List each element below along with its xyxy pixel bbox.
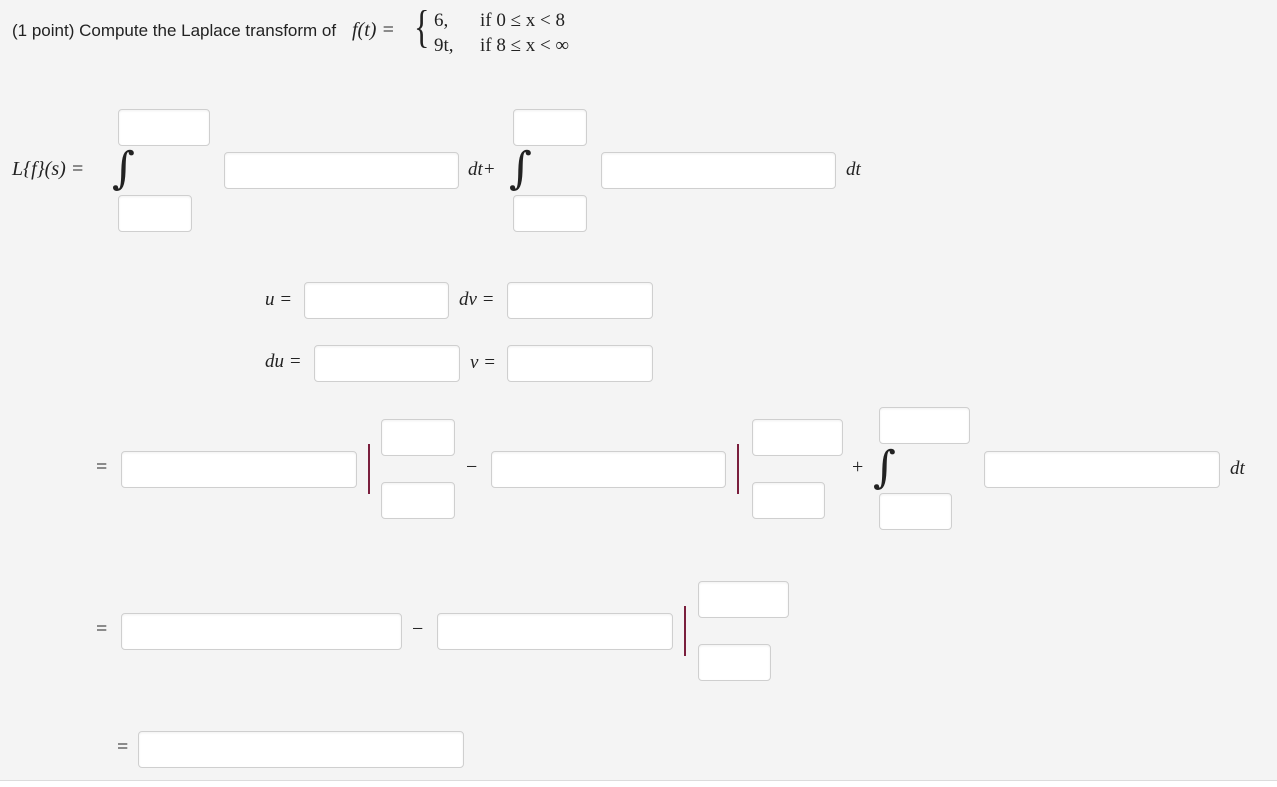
case-1-expression: 6, (434, 10, 449, 31)
integral-2-lower-limit-input[interactable] (513, 195, 587, 232)
plus-sign-row3: + (852, 456, 864, 478)
piecewise-brace: { (414, 1, 430, 52)
integral-sign-1: ∫ (112, 143, 135, 194)
eval-2-upper-limit-input[interactable] (752, 419, 843, 456)
integral-2-upper-limit-input[interactable] (513, 109, 587, 146)
u-label: u = (265, 289, 293, 310)
problem-text: (1 point) Compute the Laplace transform … (12, 21, 337, 40)
du-input[interactable] (314, 345, 460, 382)
integral-3-upper-limit-input[interactable] (879, 407, 970, 444)
integral-sign-3: ∫ (873, 442, 896, 493)
final-answer-input[interactable] (138, 731, 464, 768)
case-1-condition: if 0 ≤ x < 8 (480, 10, 565, 31)
dt-plus-label: dt+ (468, 159, 496, 180)
dt-label-1: dt (846, 159, 861, 180)
evaluation-bar-2 (737, 444, 739, 494)
evaluation-bar-1 (368, 444, 370, 494)
eval-3-upper-limit-input[interactable] (698, 581, 789, 618)
minus-sign-row3: − (466, 456, 478, 478)
integral-1-integrand-input[interactable] (224, 152, 459, 189)
integral-1-upper-limit-input[interactable] (118, 109, 210, 146)
evaluation-bar-3 (684, 606, 686, 656)
laplace-lhs: L{f}(s) = (12, 158, 85, 180)
v-label: v = (470, 352, 497, 373)
equals-sign-row4: = (96, 618, 108, 640)
case-2-expression: 9t, (434, 35, 454, 56)
row4-term2-input[interactable] (437, 613, 673, 650)
function-label: f(t) = (352, 19, 395, 41)
u-input[interactable] (304, 282, 449, 319)
v-input[interactable] (507, 345, 653, 382)
integral-sign-2: ∫ (509, 143, 532, 194)
du-label: du = (265, 351, 302, 372)
eval-2-lower-limit-input[interactable] (752, 482, 825, 519)
eval-1-upper-limit-input[interactable] (381, 419, 455, 456)
integral-3-lower-limit-input[interactable] (879, 493, 952, 530)
problem-panel: (1 point) Compute the Laplace transform … (0, 0, 1277, 781)
dv-input[interactable] (507, 282, 653, 319)
case-2-condition: if 8 ≤ x < ∞ (480, 35, 570, 56)
integral-3-integrand-input[interactable] (984, 451, 1220, 488)
equals-sign-row5: = (117, 736, 129, 758)
row3-term1-input[interactable] (121, 451, 357, 488)
dv-label: dv = (459, 289, 495, 310)
minus-sign-row4: − (412, 618, 424, 640)
integral-2-integrand-input[interactable] (601, 152, 836, 189)
eval-1-lower-limit-input[interactable] (381, 482, 455, 519)
row4-term1-input[interactable] (121, 613, 402, 650)
dt-label-2: dt (1230, 458, 1245, 479)
row3-term2-input[interactable] (491, 451, 726, 488)
eval-3-lower-limit-input[interactable] (698, 644, 771, 681)
equals-sign-row3: = (96, 456, 108, 478)
integral-1-lower-limit-input[interactable] (118, 195, 192, 232)
